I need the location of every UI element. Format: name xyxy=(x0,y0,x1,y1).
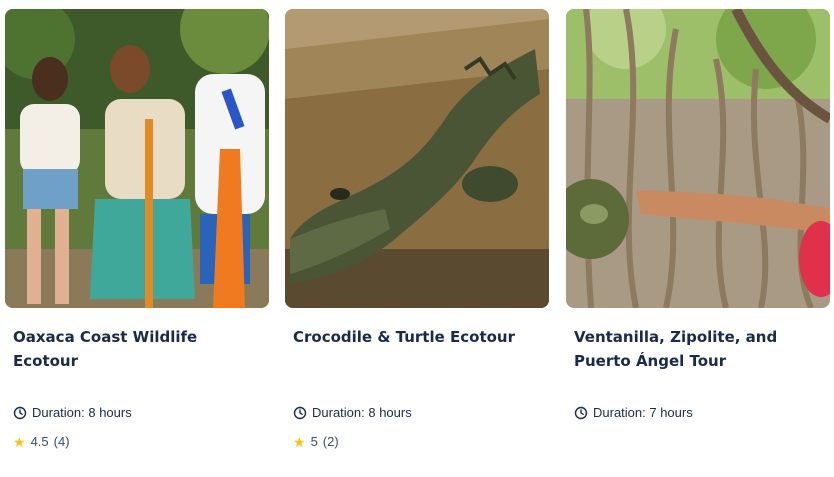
review-count: (2) xyxy=(322,434,339,449)
tour-duration: Duration: 8 hours xyxy=(13,405,132,420)
clock-icon xyxy=(293,406,307,419)
tour-duration: Duration: 7 hours xyxy=(574,405,693,420)
clock-icon xyxy=(574,406,588,419)
tour-photo-iguana[interactable] xyxy=(566,9,830,308)
tour-photo-tourists[interactable] xyxy=(5,9,269,308)
review-count: (4) xyxy=(53,434,70,449)
tour-card[interactable]: Crocodile & Turtle Ecotour Duration: 8 h… xyxy=(285,9,549,469)
tour-rating: ★ 5 (2) xyxy=(293,434,339,449)
star-icon: ★ xyxy=(293,433,306,450)
duration-text: Duration: 7 hours xyxy=(593,405,693,420)
tour-card[interactable]: Oaxaca Coast Wildlife Ecotour Duration: … xyxy=(5,9,269,469)
duration-text: Duration: 8 hours xyxy=(312,405,412,420)
tour-duration: Duration: 8 hours xyxy=(293,405,412,420)
tour-photo-crocodile[interactable] xyxy=(285,9,549,308)
tour-card-grid: Oaxaca Coast Wildlife Ecotour Duration: … xyxy=(0,0,834,477)
tour-title[interactable]: Crocodile & Turtle Ecotour xyxy=(293,325,545,349)
rating-value: 5 xyxy=(310,434,318,449)
star-icon: ★ xyxy=(13,433,26,450)
clock-icon xyxy=(13,406,27,419)
tour-title[interactable]: Oaxaca Coast Wildlife Ecotour xyxy=(13,325,265,373)
duration-text: Duration: 8 hours xyxy=(32,405,132,420)
rating-value: 4.5 xyxy=(30,434,49,449)
tour-card[interactable]: Ventanilla, Zipolite, and Puerto Ángel T… xyxy=(566,9,830,469)
tour-rating: ★ 4.5 (4) xyxy=(13,434,70,449)
tour-title[interactable]: Ventanilla, Zipolite, and Puerto Ángel T… xyxy=(574,325,826,373)
